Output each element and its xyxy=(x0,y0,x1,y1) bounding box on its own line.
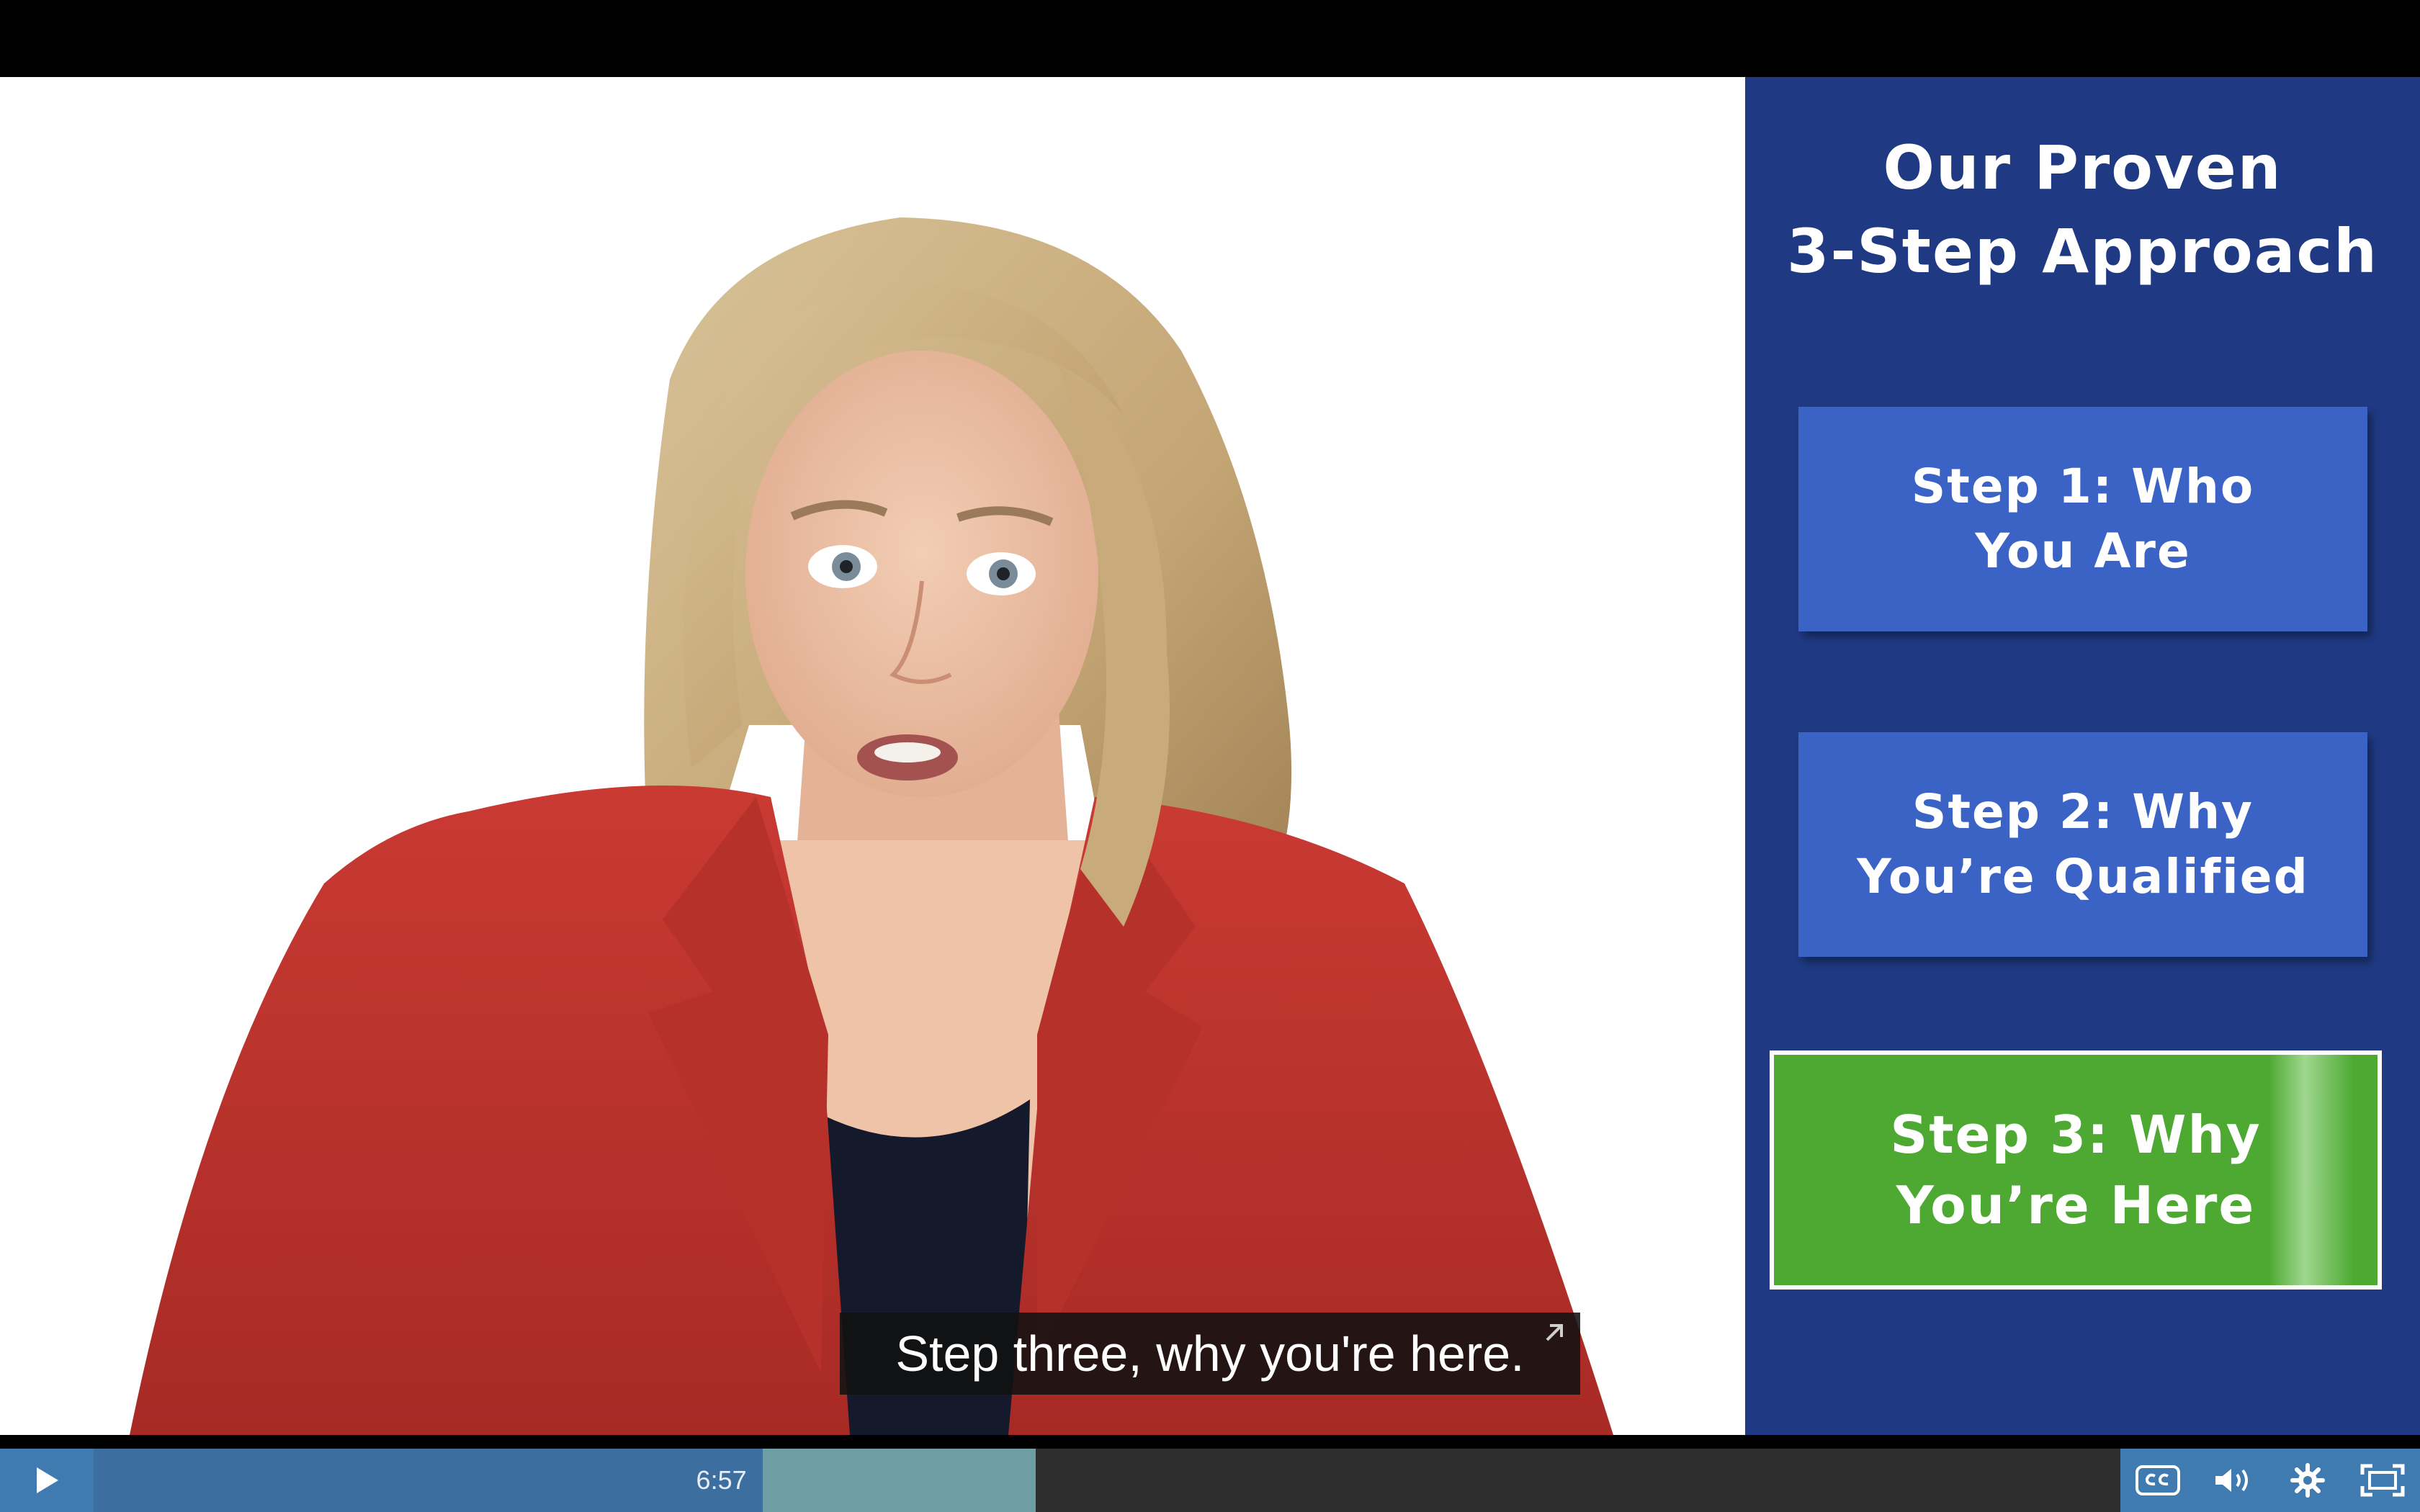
volume-icon xyxy=(2215,1469,2248,1492)
step-2-line-2: You’re Qualified xyxy=(1857,849,2309,904)
player-controls: 6:57 xyxy=(0,1449,2420,1512)
captions-button[interactable] xyxy=(2120,1449,2195,1512)
step-1-line-1: Step 1: Who xyxy=(1911,459,2255,514)
progress-bar[interactable]: 6:57 xyxy=(94,1449,2120,1512)
panel-title-line-2: 3-Step Approach xyxy=(1787,216,2378,287)
step-1-line-2: You Are xyxy=(1975,523,2191,579)
fullscreen-button[interactable] xyxy=(2345,1449,2420,1512)
subtitle-caption[interactable]: Step three, why you're here. xyxy=(840,1313,1580,1395)
settings-icon xyxy=(2290,1463,2325,1498)
player-right-controls xyxy=(2120,1449,2420,1512)
play-icon xyxy=(37,1467,58,1493)
settings-button[interactable] xyxy=(2270,1449,2345,1512)
step-2-card: Step 2: Why You’re Qualified xyxy=(1798,732,2367,957)
step-3-line-2: You’re Here xyxy=(1896,1175,2256,1236)
panel-title: Our Proven 3-Step Approach xyxy=(1745,126,2420,293)
play-button[interactable] xyxy=(0,1449,94,1512)
video-frame[interactable]: Our Proven 3-Step Approach Step 1: Who Y… xyxy=(0,77,2420,1435)
presenter-image xyxy=(130,217,1613,1435)
current-time-label: 6:57 xyxy=(696,1465,747,1495)
cc-icon xyxy=(2136,1465,2180,1495)
caption-expand-arrow-icon[interactable] xyxy=(1540,1318,1569,1347)
progress-buffered xyxy=(762,1449,1036,1512)
step-3-card-active: Step 3: Why You’re Here xyxy=(1770,1050,2382,1290)
volume-button[interactable] xyxy=(2195,1449,2270,1512)
top-letterbox xyxy=(0,0,2420,77)
presenter-area xyxy=(0,77,1745,1435)
step-1-card: Step 1: Who You Are xyxy=(1798,407,2367,631)
step-3-line-1: Step 3: Why xyxy=(1890,1104,2262,1165)
fullscreen-icon xyxy=(2360,1464,2405,1497)
step-2-line-1: Step 2: Why xyxy=(1912,784,2254,840)
approach-panel: Our Proven 3-Step Approach Step 1: Who Y… xyxy=(1745,77,2420,1435)
progress-played xyxy=(94,1449,763,1512)
panel-title-line-1: Our Proven xyxy=(1883,132,2282,203)
caption-text: Step three, why you're here. xyxy=(895,1326,1525,1382)
